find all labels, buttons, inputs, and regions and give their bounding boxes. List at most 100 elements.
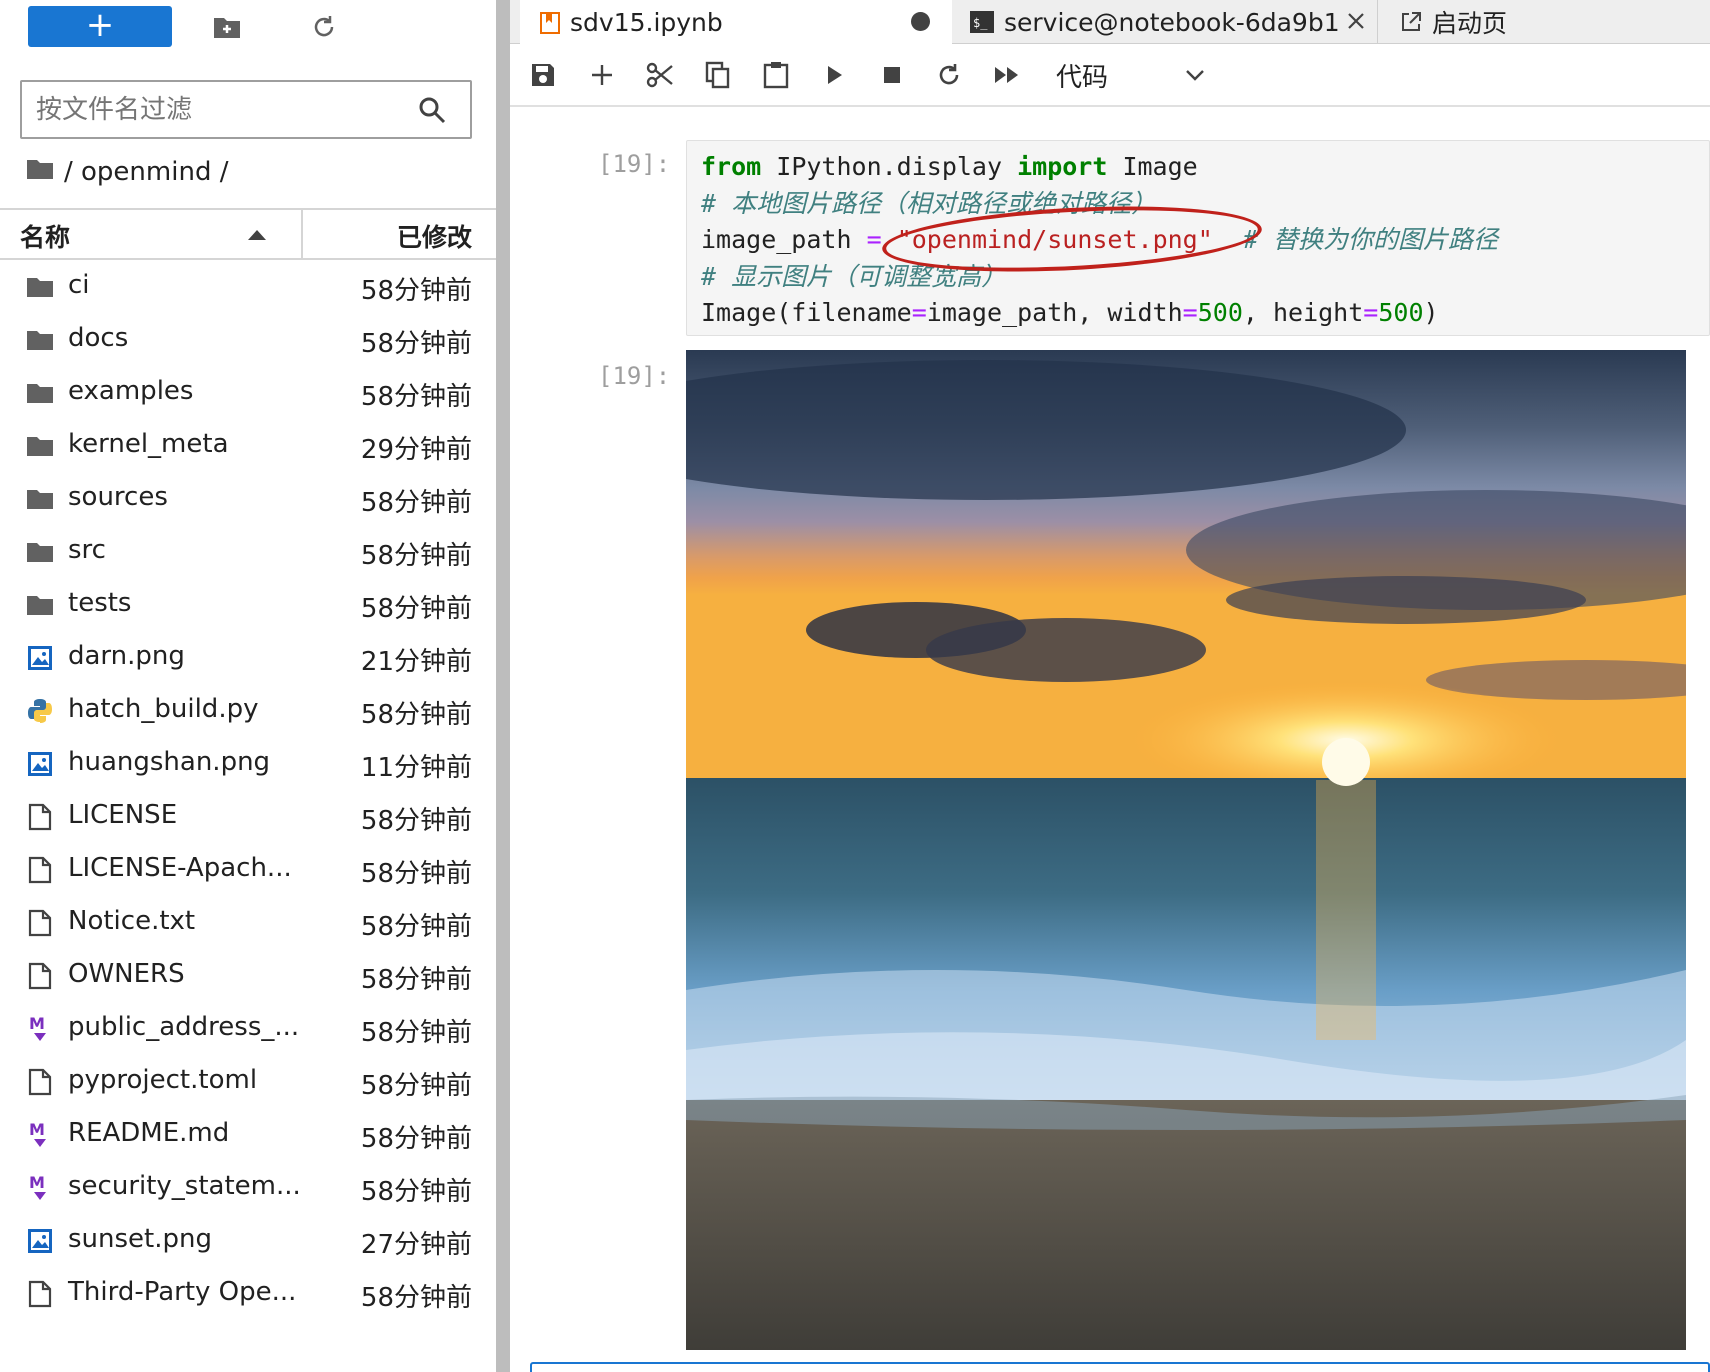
copy-icon[interactable]	[701, 58, 735, 92]
file-icon	[26, 962, 54, 990]
file-name: sunset.png	[68, 1224, 212, 1254]
column-modified[interactable]: 已修改	[397, 218, 472, 254]
cell-type-select[interactable]: 代码	[1056, 57, 1216, 93]
file-icon	[26, 1068, 54, 1096]
file-name: hatch_build.py	[68, 694, 259, 724]
file-modified: 58分钟前	[360, 965, 472, 995]
file-list-item[interactable]: Notice.txt 58分钟前	[0, 896, 496, 949]
file-name: LICENSE-Apach...	[68, 853, 292, 883]
file-list-item[interactable]: ci 58分钟前	[0, 260, 496, 313]
cell-type-value: 代码	[1056, 62, 1109, 93]
file-modified: 58分钟前	[360, 1283, 472, 1313]
column-divider[interactable]	[301, 210, 303, 258]
add-cell-icon[interactable]	[585, 58, 619, 92]
image-file-icon	[26, 750, 54, 778]
file-list-item[interactable]: kernel_meta 29分钟前	[0, 419, 496, 472]
close-icon[interactable]	[1346, 8, 1366, 37]
file-modified: 58分钟前	[360, 276, 472, 306]
panel-splitter[interactable]	[496, 0, 510, 1372]
file-list-header: 名称 已修改	[0, 208, 496, 260]
new-folder-icon[interactable]	[210, 10, 244, 44]
file-list-item[interactable]: LICENSE 58分钟前	[0, 790, 496, 843]
folder-icon	[26, 538, 54, 566]
breadcrumb-path[interactable]: / openmind /	[64, 157, 228, 187]
code-line: Image(filename=image_path, width=500, he…	[701, 298, 1439, 327]
chevron-down-icon	[1184, 63, 1206, 93]
refresh-icon[interactable]	[307, 10, 341, 44]
paste-icon[interactable]	[759, 58, 793, 92]
input-prompt: [19]:	[598, 150, 671, 178]
new-launcher-button[interactable]: +	[28, 6, 172, 47]
file-list-item[interactable]: M README.md 58分钟前	[0, 1108, 496, 1161]
file-modified: 58分钟前	[360, 594, 472, 624]
next-cell[interactable]	[530, 1362, 1710, 1372]
save-icon[interactable]	[526, 58, 560, 92]
code-comment: # 本地图片路径（相对路径或绝对路径）	[701, 188, 1157, 218]
filter-input[interactable]	[36, 90, 396, 130]
file-name: OWNERS	[68, 959, 185, 989]
file-modified: 27分钟前	[360, 1230, 472, 1260]
folder-icon	[26, 326, 54, 354]
tab-launcher[interactable]: 启动页	[1380, 0, 1710, 44]
file-modified: 58分钟前	[360, 1177, 472, 1207]
file-name: Notice.txt	[68, 906, 196, 936]
markdown-file-icon: M	[26, 1120, 54, 1149]
code-line: image_path = "openmind/sunset.png" # 替换为…	[701, 225, 1498, 254]
file-name: Third-Party Ope...	[68, 1277, 297, 1307]
file-modified: 58分钟前	[360, 1018, 472, 1048]
tab-label: 启动页	[1432, 9, 1508, 38]
column-name[interactable]: 名称	[20, 218, 70, 254]
folder-icon	[26, 157, 54, 187]
file-list-item[interactable]: huangshan.png 11分钟前	[0, 737, 496, 790]
file-list-item[interactable]: Third-Party Ope... 58分钟前	[0, 1267, 496, 1320]
file-list-item[interactable]: sources 58分钟前	[0, 472, 496, 525]
code-cell-editor[interactable]: from IPython.display import Image # 本地图片路…	[686, 140, 1710, 336]
file-list-item[interactable]: LICENSE-Apach... 58分钟前	[0, 843, 496, 896]
code-line: from IPython.display import Image	[701, 152, 1198, 181]
stop-icon[interactable]	[875, 58, 909, 92]
file-list: ci 58分钟前 docs 58分钟前 examples 58分钟前 kernel_meta…	[0, 260, 496, 1320]
file-list-item[interactable]: Msecurity_statem... 58分钟前	[0, 1161, 496, 1214]
folder-icon	[26, 432, 54, 460]
file-icon	[26, 1280, 54, 1308]
file-browser: + / openmind / 名称 已修改 ci58分钟前docs58分钟前ex…	[0, 0, 496, 1372]
file-list-item[interactable]: tests 58分钟前	[0, 578, 496, 631]
file-modified: 29分钟前	[360, 435, 472, 465]
cut-icon[interactable]	[643, 58, 677, 92]
file-list-item[interactable]: Mpublic_address_... 58分钟前	[0, 1002, 496, 1055]
file-modified: 58分钟前	[360, 859, 472, 889]
tab-notebook[interactable]: sdv15.ipynb	[520, 0, 952, 45]
file-name: README.md	[68, 1118, 230, 1148]
file-list-item[interactable]: sunset.png 27分钟前	[0, 1214, 496, 1267]
restart-icon[interactable]	[932, 58, 966, 92]
file-list-item[interactable]: darn.png 21分钟前	[0, 631, 496, 684]
file-list-item[interactable]: pyproject.toml 58分钟前	[0, 1055, 496, 1108]
breadcrumb[interactable]: / openmind /	[26, 154, 228, 190]
unsaved-indicator-icon[interactable]	[911, 12, 930, 31]
file-list-item[interactable]: examples 58分钟前	[0, 366, 496, 419]
folder-icon	[26, 273, 54, 301]
run-icon[interactable]	[817, 58, 851, 92]
sort-ascending-icon[interactable]	[248, 230, 266, 240]
file-list-item[interactable]: docs 58分钟前	[0, 313, 496, 366]
file-list-item[interactable]: src 58分钟前	[0, 525, 496, 578]
notebook-icon	[540, 11, 560, 34]
launcher-icon	[1400, 11, 1422, 33]
tab-label: sdv15.ipynb	[570, 8, 723, 37]
tab-terminal[interactable]: $_ service@notebook-6da9b1	[954, 0, 1378, 44]
markdown-file-icon: M	[26, 1173, 54, 1202]
file-modified: 58分钟前	[360, 912, 472, 942]
file-name: public_address_...	[68, 1012, 300, 1042]
file-modified: 58分钟前	[360, 700, 472, 730]
fast-forward-icon[interactable]	[990, 58, 1024, 92]
file-list-item[interactable]: OWNERS 58分钟前	[0, 949, 496, 1002]
search-icon[interactable]	[418, 96, 446, 128]
svg-text:M: M	[29, 1014, 45, 1033]
file-list-item[interactable]: hatch_build.py 58分钟前	[0, 684, 496, 737]
image-file-icon	[26, 644, 54, 672]
folder-icon	[26, 379, 54, 407]
output-prompt: [19]:	[598, 362, 671, 390]
file-modified: 58分钟前	[360, 1071, 472, 1101]
notebook-toolbar: 代码	[510, 45, 1710, 107]
file-name: tests	[68, 588, 132, 618]
